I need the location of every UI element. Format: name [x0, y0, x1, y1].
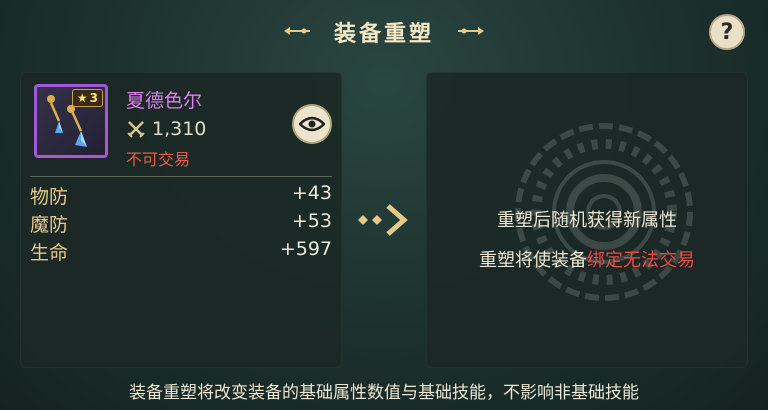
help-button[interactable]: ? — [709, 14, 745, 50]
crossed-swords-icon — [127, 121, 145, 138]
attribute-value: +43 — [291, 182, 332, 204]
star-level: 3 — [89, 91, 98, 105]
power-stat: 1,310 — [126, 118, 206, 140]
power-value: 1,310 — [152, 118, 207, 140]
page-title: 装备重塑 — [333, 22, 434, 47]
transform-arrow-icon — [358, 204, 408, 236]
attribute-row: 生命 +597 — [30, 238, 332, 266]
result-panel: 重塑后随机获得新属性 重塑将使装备绑定无法交易 — [426, 72, 748, 368]
attribute-row: 物防 +43 — [30, 182, 332, 210]
preview-button[interactable] — [292, 104, 332, 144]
item-panel: ★ 3 夏德色尔 1,310 不可交易 物防 +43 魔防 +53 生命 +59… — [20, 72, 342, 368]
bind-warning-prefix: 重塑将使装备 — [479, 250, 587, 271]
attribute-row: 魔防 +53 — [30, 210, 332, 238]
eye-icon — [299, 116, 325, 132]
divider — [30, 176, 332, 177]
footer-note: 装备重塑将改变装备的基础属性数值与基础技能，不影响非基础技能 — [129, 383, 639, 403]
ornament-right-icon — [458, 27, 484, 35]
item-name: 夏德色尔 — [126, 90, 203, 112]
attribute-name: 生命 — [30, 242, 69, 264]
bind-warning-highlight: 绑定无法交易 — [587, 250, 695, 271]
result-info: 重塑后随机获得新属性 — [497, 210, 677, 231]
item-slot[interactable]: ★ 3 — [34, 84, 108, 158]
star-badge: ★ 3 — [71, 89, 103, 107]
bind-warning: 重塑将使装备绑定无法交易 — [426, 246, 748, 272]
trade-status: 不可交易 — [126, 150, 191, 169]
attribute-name: 魔防 — [30, 214, 69, 236]
header-bar: 装备重塑 ? — [0, 0, 768, 64]
attribute-value: +53 — [291, 210, 332, 232]
attribute-value: +597 — [279, 238, 332, 260]
star-icon: ★ — [76, 91, 88, 105]
attribute-name: 物防 — [30, 186, 69, 208]
